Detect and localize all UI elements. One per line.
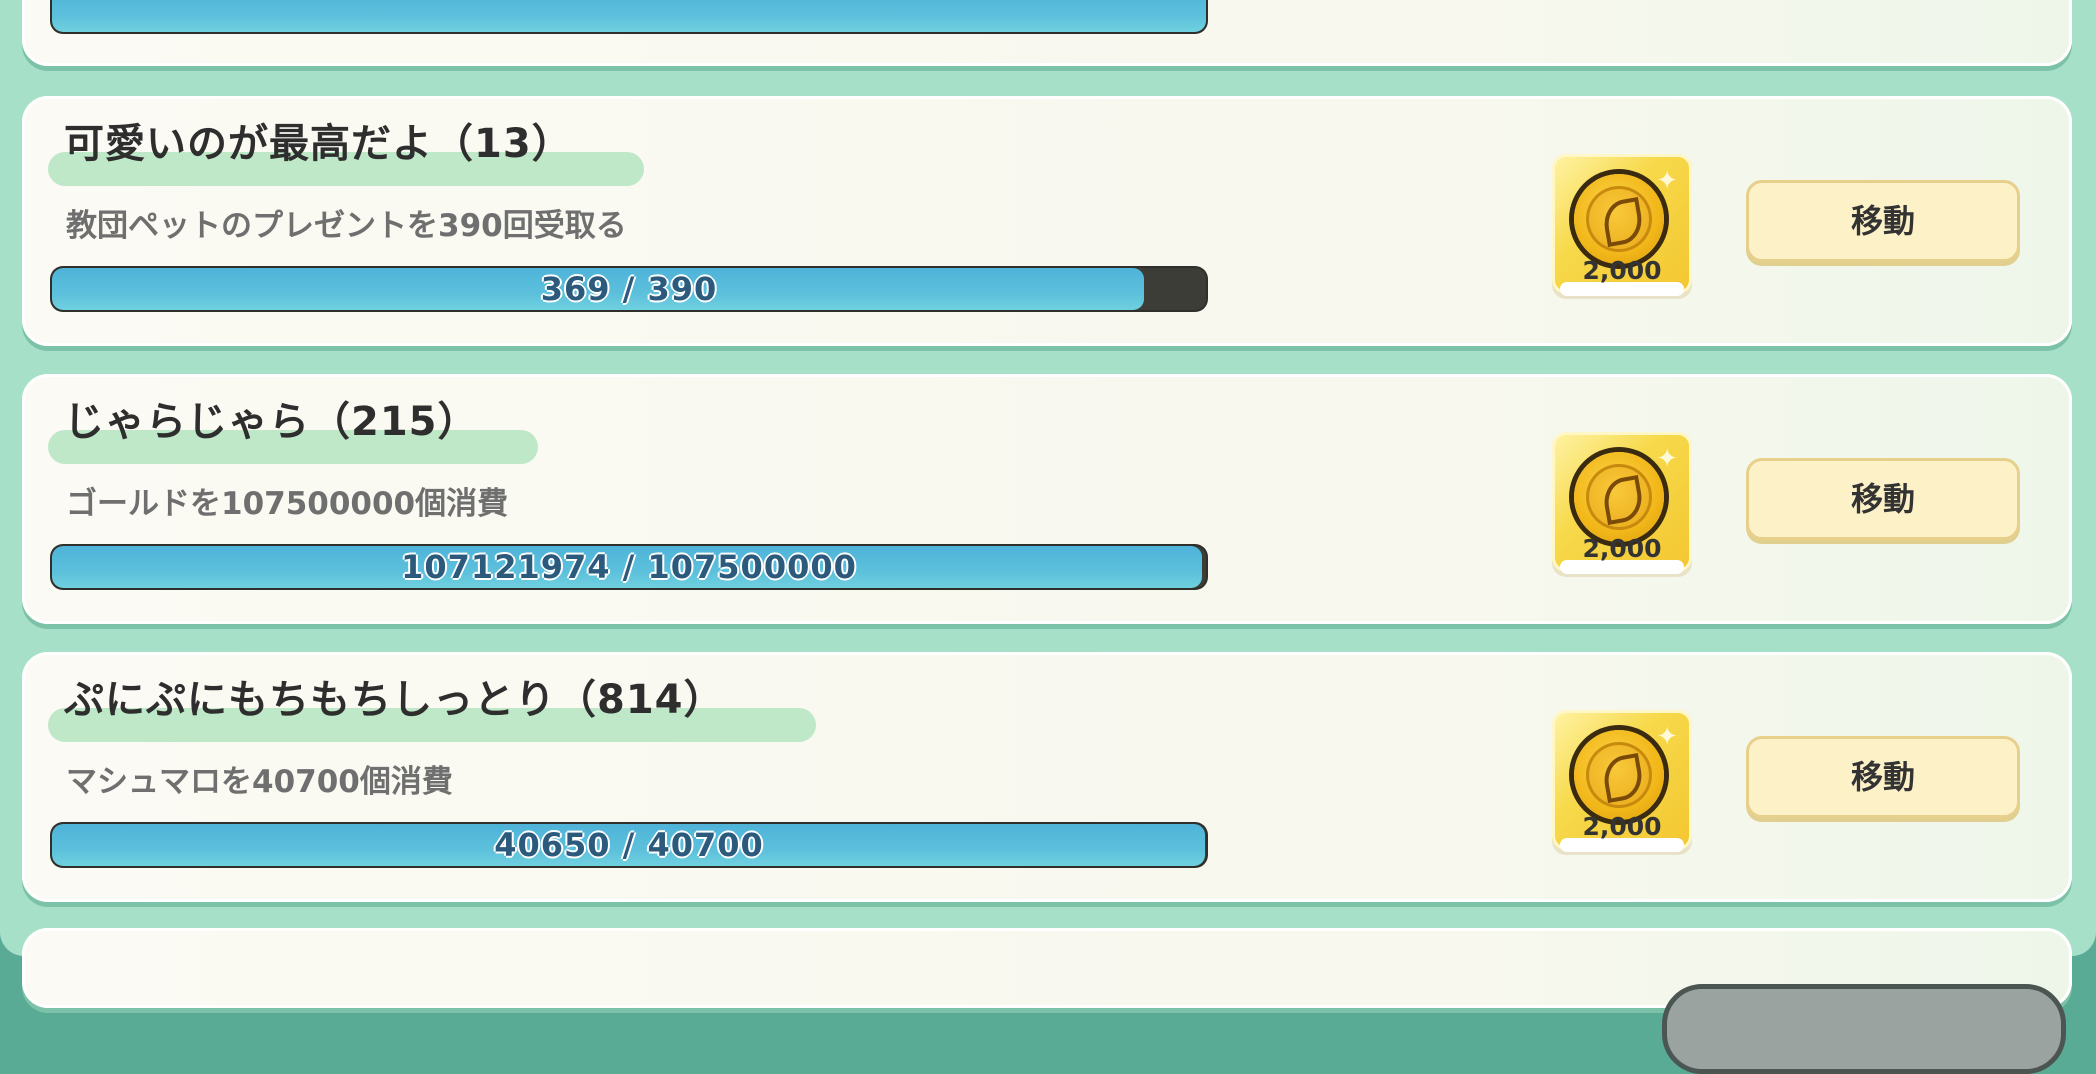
reward-amount: 2,000	[1582, 812, 1662, 841]
quest-title: 可愛いのが最高だよ（13）	[64, 121, 573, 167]
quest-title: じゃらじゃら（215）	[64, 399, 479, 445]
reward-amount: 2,000	[1582, 534, 1662, 563]
reward-box: ✦ 2,000	[1552, 710, 1692, 852]
sparkle-icon: ✦	[1656, 722, 1678, 752]
quest-description: マシュマロを40700個消費	[66, 764, 453, 800]
progress-bar-partial	[52, 0, 1206, 32]
progress-bar: 369 / 390	[52, 268, 1206, 310]
quest-card: 可愛いのが最高だよ（13） 教団ペットのプレゼントを390回受取る 369 / …	[22, 96, 2072, 346]
quest-list-panel: 可愛いのが最高だよ（13） 教団ペットのプレゼントを390回受取る 369 / …	[0, 0, 2096, 1008]
reward-amount: 2,000	[1582, 256, 1662, 285]
bottom-right-button[interactable]	[1662, 984, 2066, 1074]
progress-text: 107121974 / 107500000	[401, 548, 857, 586]
gold-coin-leaf-icon	[1574, 174, 1664, 264]
quest-title: ぷにぷにもちもちしっとり（814）	[64, 677, 725, 723]
progress-bar: 40650 / 40700	[52, 824, 1206, 866]
move-button[interactable]: 移動	[1746, 736, 2020, 818]
gold-coin-leaf-icon	[1574, 730, 1664, 820]
move-button[interactable]: 移動	[1746, 458, 2020, 540]
quest-card-partial-top	[22, 0, 2072, 66]
sparkle-icon: ✦	[1656, 166, 1678, 196]
move-button[interactable]: 移動	[1746, 180, 2020, 262]
quest-description: ゴールドを107500000個消費	[66, 486, 509, 522]
quest-card: じゃらじゃら（215） ゴールドを107500000個消費 107121974 …	[22, 374, 2072, 624]
gold-coin-leaf-icon	[1574, 452, 1664, 542]
quest-card: ぷにぷにもちもちしっとり（814） マシュマロを40700個消費 40650 /…	[22, 652, 2072, 902]
quest-description: 教団ペットのプレゼントを390回受取る	[66, 208, 627, 244]
reward-box: ✦ 2,000	[1552, 432, 1692, 574]
reward-box: ✦ 2,000	[1552, 154, 1692, 296]
progress-bar: 107121974 / 107500000	[52, 546, 1206, 588]
sparkle-icon: ✦	[1656, 444, 1678, 474]
progress-text: 369 / 390	[540, 270, 718, 308]
progress-text: 40650 / 40700	[494, 826, 764, 864]
